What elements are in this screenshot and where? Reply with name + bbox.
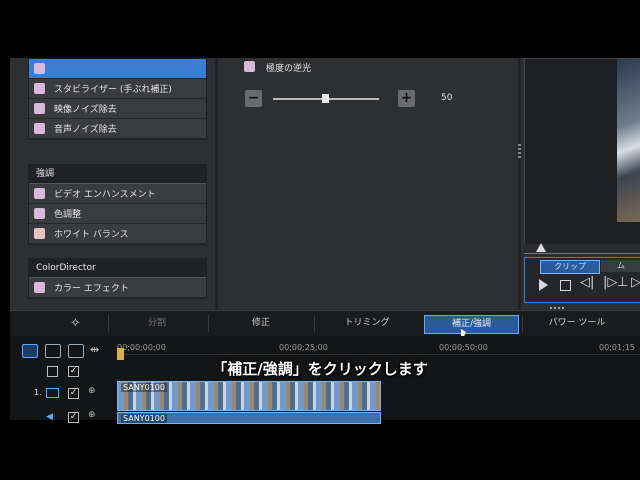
effect-item-color-effect[interactable]: カラー エフェクト — [29, 278, 206, 298]
track-number: 1. — [34, 388, 42, 397]
effect-item-label: スタビライザー (手ぶれ補正) — [54, 85, 172, 95]
checkbox-swatch-icon[interactable] — [34, 228, 45, 239]
horizontal-resize-grip[interactable] — [550, 307, 564, 309]
clip-name: SANY0100 — [121, 383, 167, 392]
checkbox-swatch-icon[interactable] — [34, 63, 45, 74]
checkbox-swatch-icon[interactable] — [34, 188, 45, 199]
effect-list-colordirector: ColorDirector カラー エフェクト — [28, 258, 207, 299]
next-frame-icon[interactable]: |▷ — [603, 275, 617, 290]
tab-correct-enhance[interactable]: 補正/強調 — [424, 315, 519, 334]
strength-slider-handle[interactable] — [322, 94, 329, 103]
lock-icon[interactable]: ⊕ — [88, 386, 96, 396]
track-enable-checkbox[interactable]: ✓ — [68, 412, 79, 423]
magic-tools-icon[interactable]: ✧ — [70, 316, 81, 331]
storyboard-view-icon[interactable] — [45, 344, 61, 358]
video-clip[interactable]: SANY0100 — [117, 381, 381, 411]
effect-item-label: 色調整 — [54, 210, 82, 220]
ruler-timecode: 00;00;50;00 — [439, 343, 488, 352]
play-icon[interactable] — [539, 279, 548, 291]
video-track-icon — [46, 388, 59, 398]
fullscreen-icon[interactable]: ▷ — [631, 275, 640, 290]
checkbox-swatch-icon[interactable] — [34, 103, 45, 114]
tutorial-caption: 「補正/強調」をクリックします — [212, 360, 428, 378]
tab-movie-mode[interactable]: ム — [601, 260, 640, 272]
timeline-ruler[interactable]: 00;00;00;00 00;00;25;00 00;00;50;00 00;0… — [117, 340, 640, 355]
slider-value: 50 — [441, 93, 453, 103]
edit-toolbar: ✧ 分割 修正 トリミング 補正/強調 パワー ツール — [10, 310, 640, 343]
checkbox-swatch-icon[interactable] — [34, 282, 45, 293]
option-checkbox[interactable] — [244, 61, 255, 72]
panel-divider — [518, 58, 521, 310]
effect-item-stabilizer[interactable]: スタビライザー (手ぶれ補正) — [29, 79, 206, 99]
snapshot-icon[interactable]: ⊥ — [617, 275, 628, 290]
effect-item-label: 音声ノイズ除去 — [54, 125, 117, 135]
seek-track — [524, 253, 640, 254]
track-enable-checkbox[interactable]: ✓ — [68, 388, 79, 399]
tab-split[interactable]: 分割 — [108, 315, 205, 332]
audio-clip[interactable]: SANY0100 — [117, 412, 381, 424]
effect-item-audio-denoise[interactable]: 音声ノイズ除去 — [29, 119, 206, 139]
effect-item-label: ビデオ エンハンスメント — [54, 190, 156, 200]
effect-list-enhance: 強調 ビデオ エンハンスメント 色調整 ホワイト バランス — [28, 164, 207, 245]
panel-divider — [215, 58, 218, 310]
clip-name: SANY0100 — [121, 414, 167, 423]
tab-clip-mode[interactable]: クリップ — [540, 260, 600, 274]
tab-power-tools[interactable]: パワー ツール — [522, 315, 631, 332]
preview-controls: クリップ ム ◁| |▷ ⊥ ▷ — [524, 257, 640, 303]
timeline-view-icon[interactable] — [22, 344, 38, 358]
preview-panel — [524, 58, 640, 246]
effect-item-label: カラー エフェクト — [54, 284, 129, 294]
slider-increase-button[interactable]: + — [398, 90, 415, 107]
checkbox-swatch-icon[interactable] — [34, 208, 45, 219]
effect-list-correction: スタビライザー (手ぶれ補正) 映像ノイズ除去 音声ノイズ除去 — [28, 58, 207, 140]
track-manager-icon[interactable] — [68, 344, 84, 358]
ruler-timecode: 00;00;25;00 — [279, 343, 328, 352]
effect-item-label: 映像ノイズ除去 — [54, 105, 117, 115]
previous-frame-icon[interactable]: ◁| — [580, 275, 594, 290]
tab-fix[interactable]: 修正 — [208, 315, 313, 332]
preview-seekbar[interactable] — [524, 243, 640, 256]
effect-item-label: ホワイト バランス — [54, 230, 129, 240]
audio-track-icon: ◀ — [46, 412, 53, 422]
checkbox-swatch-icon[interactable] — [34, 83, 45, 94]
option-label: 極度の逆光 — [266, 64, 312, 74]
panel-resize-grip[interactable] — [518, 144, 521, 158]
effect-item-selected[interactable] — [29, 59, 206, 79]
slider-decrease-button[interactable]: − — [245, 90, 262, 107]
effect-item-color-adjust[interactable]: 色調整 — [29, 204, 206, 224]
effect-item-video-enhance[interactable]: ビデオ エンハンスメント — [29, 184, 206, 204]
stop-icon[interactable] — [560, 280, 571, 291]
ruler-timecode: 00;00;00;00 — [117, 343, 166, 352]
effect-item-white-balance[interactable]: ホワイト バランス — [29, 224, 206, 244]
ruler-timecode: 00;01;15 — [599, 343, 635, 352]
group-header: 強調 — [29, 165, 206, 184]
effect-item-video-denoise[interactable]: 映像ノイズ除去 — [29, 99, 206, 119]
lock-icon[interactable]: ⊕ — [88, 410, 96, 420]
tab-trim[interactable]: トリミング — [314, 315, 419, 332]
group-header: ColorDirector — [29, 259, 206, 278]
checkbox-swatch-icon[interactable] — [34, 123, 45, 134]
seek-handle-icon[interactable] — [536, 243, 546, 252]
fit-timeline-icon[interactable]: ⇹ — [90, 343, 99, 356]
preview-video-frame — [617, 59, 640, 222]
